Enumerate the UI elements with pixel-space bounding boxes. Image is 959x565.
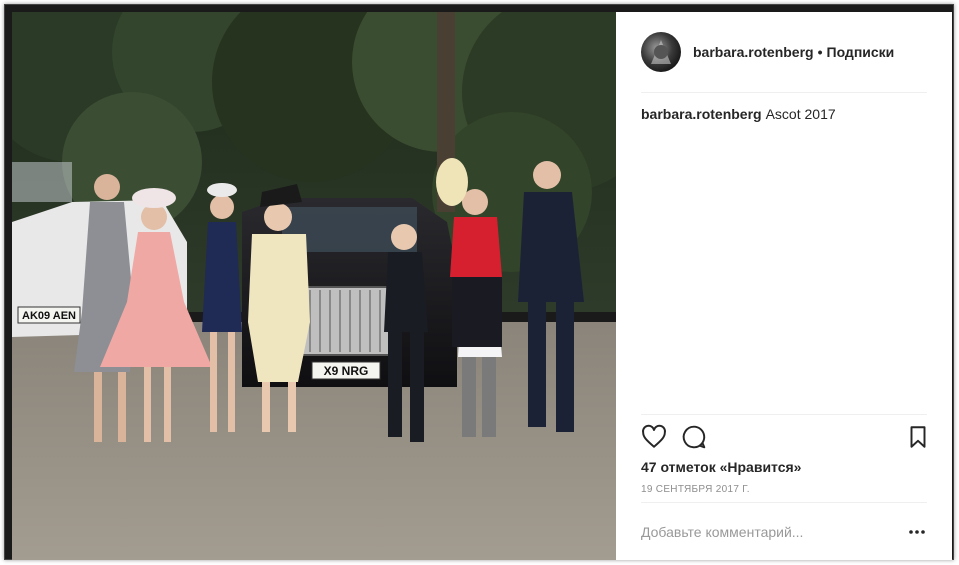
post-actions	[641, 424, 927, 450]
post-date: 19 СЕНТЯБРЯ 2017 Г.	[641, 484, 750, 495]
more-options-button[interactable]	[907, 522, 927, 542]
separator-dot: •	[817, 44, 823, 60]
save-button[interactable]	[905, 424, 931, 450]
post-sidebar: barbara.rotenberg • Подписки barbara.roten…	[616, 12, 952, 560]
photo-illustration: AK09 AEN X9 NRG	[12, 12, 616, 560]
follow-button[interactable]: Подписки	[827, 44, 895, 60]
more-options-icon	[909, 530, 925, 534]
comment-form	[641, 512, 927, 552]
likes-count[interactable]: 47 отметок «Нравится»	[641, 459, 801, 475]
post-window: AK09 AEN X9 NRG barbara.rotenberg • Подп…	[4, 4, 954, 560]
caption-text: Ascot 2017	[765, 106, 836, 122]
comment-input[interactable]	[641, 518, 891, 546]
post-caption: barbara.rotenberg Ascot 2017	[641, 106, 836, 122]
like-button[interactable]	[641, 424, 667, 450]
comment-divider	[641, 502, 927, 503]
post-photo[interactable]: AK09 AEN X9 NRG	[12, 12, 616, 560]
bookmark-icon	[910, 426, 926, 448]
plate-left: AK09 AEN	[22, 310, 76, 322]
avatar-image	[651, 40, 671, 64]
caption-username-link[interactable]: barbara.rotenberg	[641, 106, 762, 122]
comment-button[interactable]	[681, 424, 707, 450]
comment-icon	[682, 425, 706, 449]
header-divider	[641, 92, 927, 93]
plate-front: X9 NRG	[324, 364, 369, 378]
header-text: barbara.rotenberg • Подписки	[693, 44, 894, 60]
username-link[interactable]: barbara.rotenberg	[693, 44, 814, 60]
heart-icon	[642, 424, 666, 448]
avatar[interactable]	[641, 32, 681, 72]
post-header: barbara.rotenberg • Подписки	[616, 12, 952, 92]
actions-divider	[641, 414, 927, 415]
